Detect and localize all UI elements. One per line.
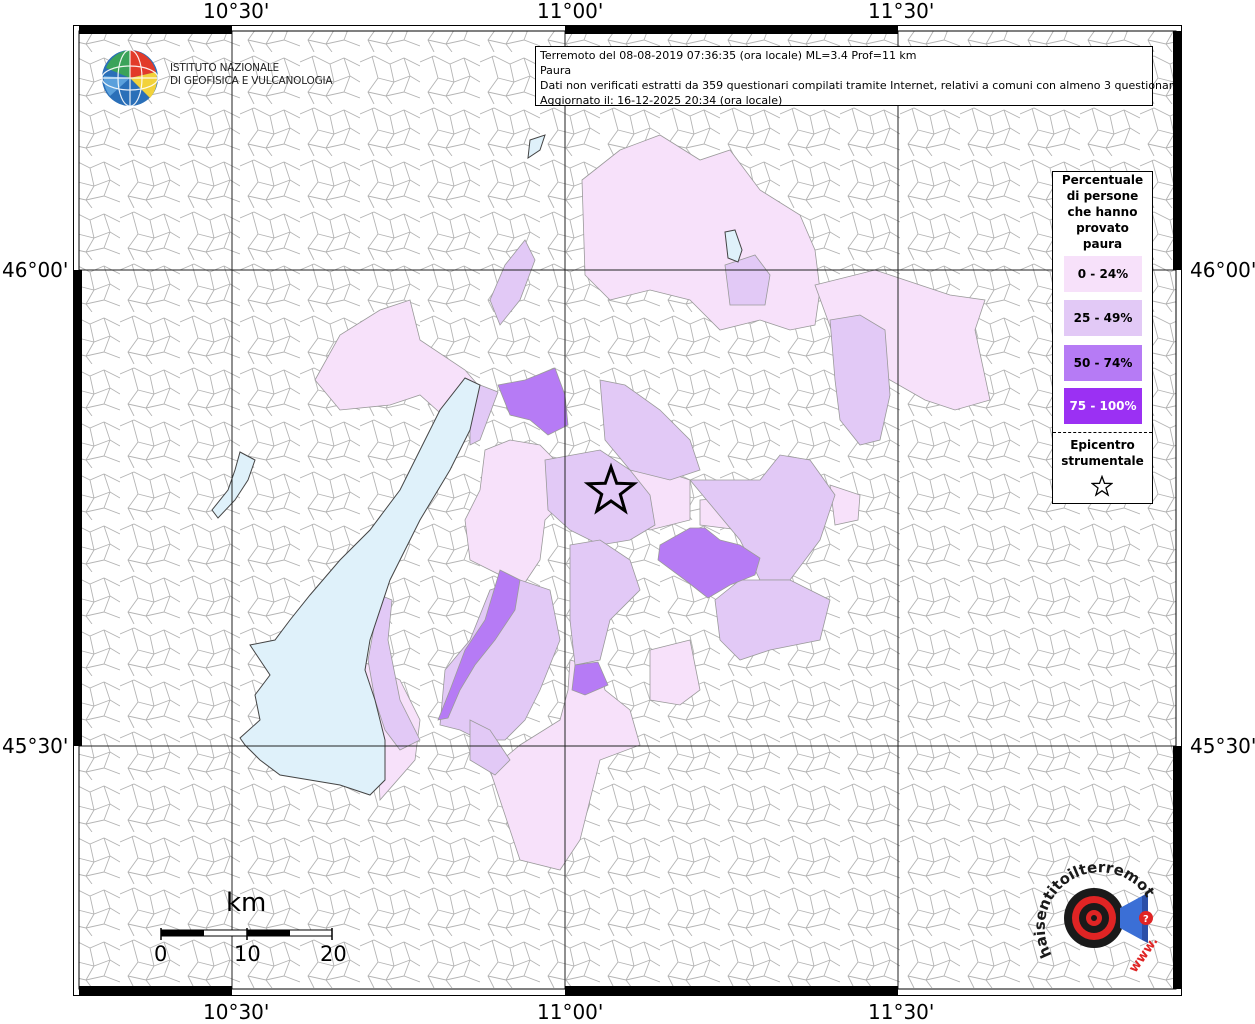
legend: Percentuale di persone che hanno provato… (1052, 171, 1153, 504)
lon-label-bottom-3: 11°30' (868, 1000, 935, 1024)
lon-label-bottom-1: 10°30' (203, 1000, 270, 1024)
legend-swatch-75-100: 75 - 100% (1064, 388, 1142, 424)
scale-label-20: 20 (320, 942, 347, 966)
lat-label-right-2: 45°30' (1190, 734, 1255, 758)
lon-label-top-1: 10°30' (203, 0, 270, 23)
lat-label-left-2: 45°30' (2, 734, 69, 758)
legend-swatch-25-49: 25 - 49% (1064, 300, 1142, 336)
ingv-logo-text: ISTITUTO NAZIONALE DI GEOFISICA E VULCAN… (170, 62, 333, 87)
event-title: Terremoto del 08-08-2019 07:36:35 (ora l… (540, 49, 917, 62)
svg-text:?: ? (1143, 914, 1149, 925)
scale-unit: km (226, 888, 267, 918)
star-icon (1091, 475, 1113, 497)
lat-label-right-1: 46°00' (1190, 258, 1255, 282)
legend-epicenter-label: Epicentro strumentale (1061, 438, 1144, 468)
event-info-box: Terremoto del 08-08-2019 07:36:35 (ora l… (535, 46, 1180, 107)
lon-label-top-3: 11°30' (868, 0, 935, 23)
scale-label-10: 10 (234, 942, 261, 966)
scale-label-0: 0 (154, 942, 168, 966)
lat-label-left-1: 46°00' (2, 258, 69, 282)
lon-label-top-2: 11°00' (537, 0, 604, 23)
lon-label-bottom-2: 11°00' (537, 1000, 604, 1024)
legend-swatch-0-24: 0 - 24% (1064, 256, 1142, 292)
legend-swatch-50-74: 50 - 74% (1064, 345, 1142, 381)
legend-title: Percentuale di persone che hanno provato… (1061, 173, 1144, 251)
watermark-url: www. (1126, 934, 1161, 975)
map-parameter: Paura (540, 64, 572, 77)
update-time: Aggiornato il: 16-12-2025 20:34 (ora loc… (540, 94, 783, 107)
data-note: Dati non verificati estratti da 359 ques… (540, 79, 1180, 92)
haisentito-logo: ? haisentitoilterremoto.it www. (1030, 860, 1162, 976)
legend-divider (1053, 432, 1152, 433)
